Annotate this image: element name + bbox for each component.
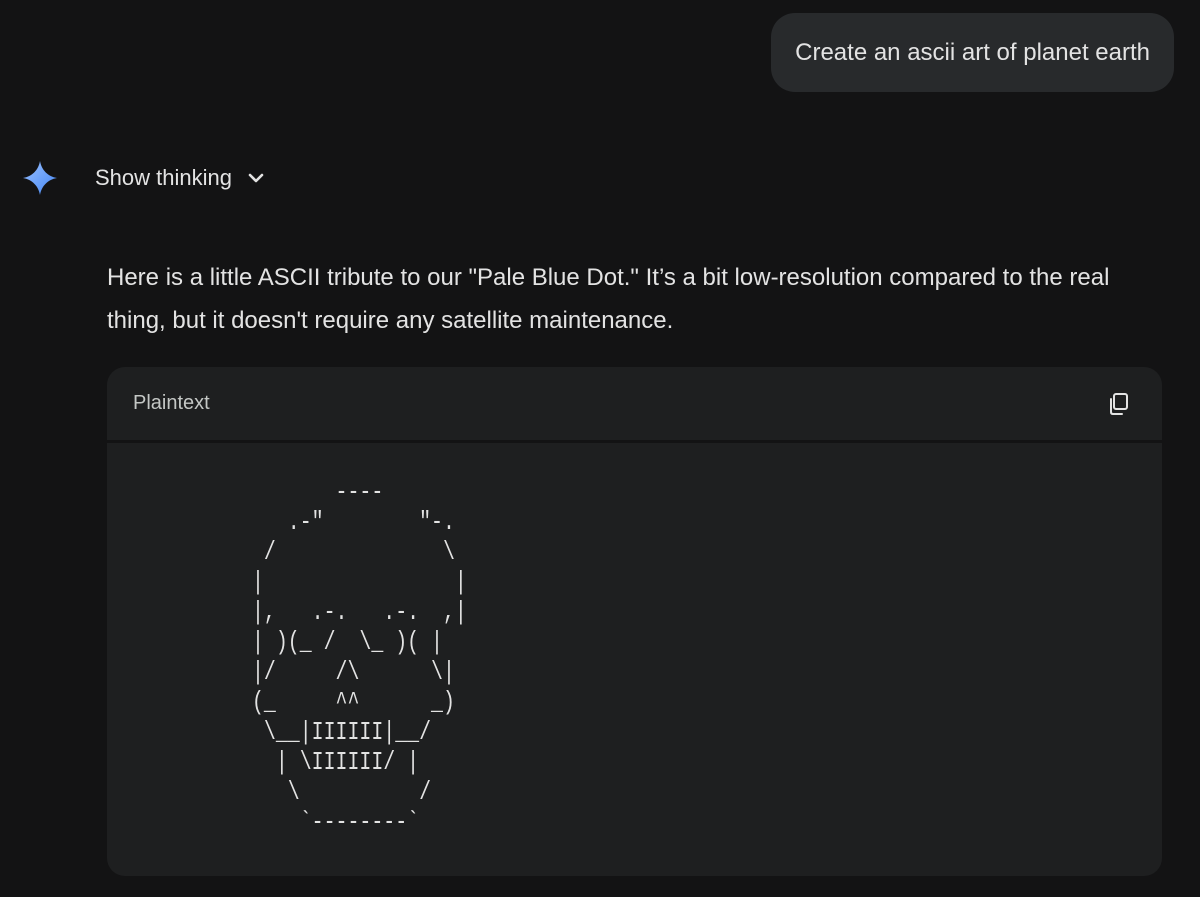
- assistant-response-text: Here is a little ASCII tribute to our "P…: [107, 264, 1110, 334]
- code-block-body: ---- .-" "-. / \ | | |, .-. .-. ,| | )(_…: [107, 443, 1162, 876]
- assistant-header: Show thinking: [22, 158, 264, 198]
- ascii-art-code: ---- .-" "-. / \ | | |, .-. .-. ,| | )(_…: [252, 478, 467, 837]
- copy-icon[interactable]: [1106, 391, 1132, 417]
- code-block-header: Plaintext: [107, 367, 1162, 440]
- code-language-label: Plaintext: [133, 392, 210, 414]
- chevron-down-icon: [246, 168, 266, 188]
- show-thinking-toggle[interactable]: Show thinking: [95, 158, 266, 198]
- gemini-sparkle-icon: [22, 160, 58, 196]
- user-message-bubble: Create an ascii art of planet earth: [771, 13, 1174, 92]
- user-message-text: Create an ascii art of planet earth: [795, 38, 1150, 66]
- show-thinking-label: Show thinking: [95, 165, 232, 190]
